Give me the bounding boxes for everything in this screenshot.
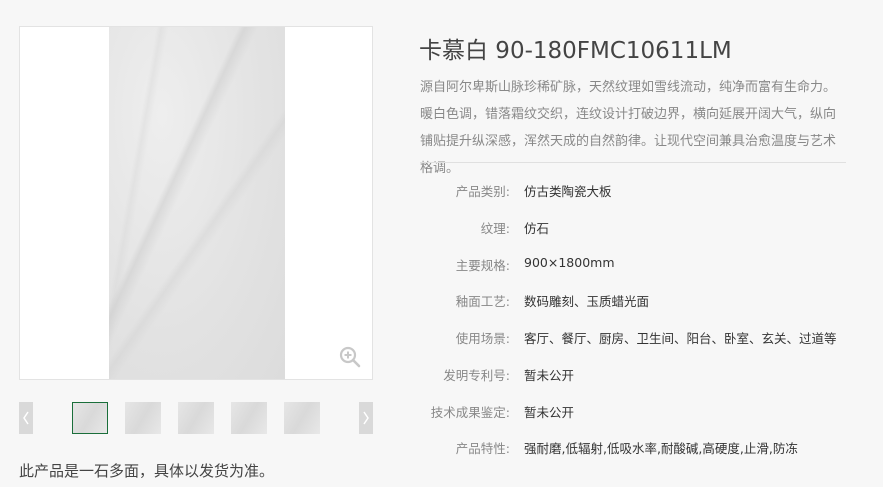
thumbnail-1[interactable] xyxy=(72,402,108,434)
zoom-button[interactable] xyxy=(329,336,371,378)
spec-value: 900×1800mm xyxy=(524,255,615,270)
spec-row-usage: 使用场景: 客厅、餐厅、厨房、卫生间、阳台、卧室、玄关、过道等 xyxy=(420,328,860,348)
spec-row-appraisal: 技术成果鉴定: 暂未公开 xyxy=(420,402,860,422)
spec-row-texture: 纹理: 仿石 xyxy=(420,218,860,238)
product-title: 卡慕白 90-180FMC10611LM xyxy=(419,38,732,64)
next-thumbnail-button[interactable] xyxy=(359,402,373,434)
spec-value: 仿石 xyxy=(524,221,550,236)
chevron-left-icon xyxy=(23,411,29,425)
gallery-note: 此产品是一石多面，具体以发货为准。 xyxy=(19,462,275,480)
thumbnail-4[interactable] xyxy=(231,402,267,434)
spec-row-patent: 发明专利号: 暂未公开 xyxy=(420,365,860,385)
chevron-right-icon xyxy=(363,411,369,425)
prev-thumbnail-button[interactable] xyxy=(19,402,33,434)
spec-label: 使用场景: xyxy=(455,331,510,346)
divider xyxy=(420,162,846,163)
product-image-viewer xyxy=(19,26,373,380)
product-description: 源自阿尔卑斯山脉珍稀矿脉，天然纹理如雪线流动，纯净而富有生命力。暖白色调，错落霜… xyxy=(420,80,837,176)
spec-value: 强耐磨,低辐射,低吸水率,耐酸碱,高硬度,止滑,防冻 xyxy=(524,441,798,456)
spec-row-features: 产品特性: 强耐磨,低辐射,低吸水率,耐酸碱,高硬度,止滑,防冻 xyxy=(420,438,860,458)
spec-row-glaze: 釉面工艺: 数码雕刻、玉质蜡光面 xyxy=(420,291,860,311)
zoom-in-icon xyxy=(339,346,361,368)
spec-label: 发明专利号: xyxy=(443,368,510,383)
spec-label: 纹理: xyxy=(480,221,510,236)
spec-label: 釉面工艺: xyxy=(455,294,510,309)
thumbnail-2[interactable] xyxy=(125,402,161,434)
spec-value: 仿古类陶瓷大板 xyxy=(524,184,612,199)
spec-label: 产品特性: xyxy=(455,441,510,456)
spec-label: 技术成果鉴定: xyxy=(430,405,510,420)
spec-label: 产品类别: xyxy=(455,184,510,199)
spec-value: 暂未公开 xyxy=(524,368,575,383)
thumbnail-5[interactable] xyxy=(284,402,320,434)
thumbnail-strip xyxy=(19,402,373,436)
spec-value: 暂未公开 xyxy=(524,405,575,420)
spec-value: 数码雕刻、玉质蜡光面 xyxy=(524,294,650,309)
product-main-image[interactable] xyxy=(109,27,285,379)
thumbnail-3[interactable] xyxy=(178,402,214,434)
spec-row-size: 主要规格: 900×1800mm xyxy=(420,255,860,275)
spec-value: 客厅、餐厅、厨房、卫生间、阳台、卧室、玄关、过道等 xyxy=(524,331,837,346)
spec-row-category: 产品类别: 仿古类陶瓷大板 xyxy=(420,181,860,201)
spec-label: 主要规格: xyxy=(455,258,510,273)
